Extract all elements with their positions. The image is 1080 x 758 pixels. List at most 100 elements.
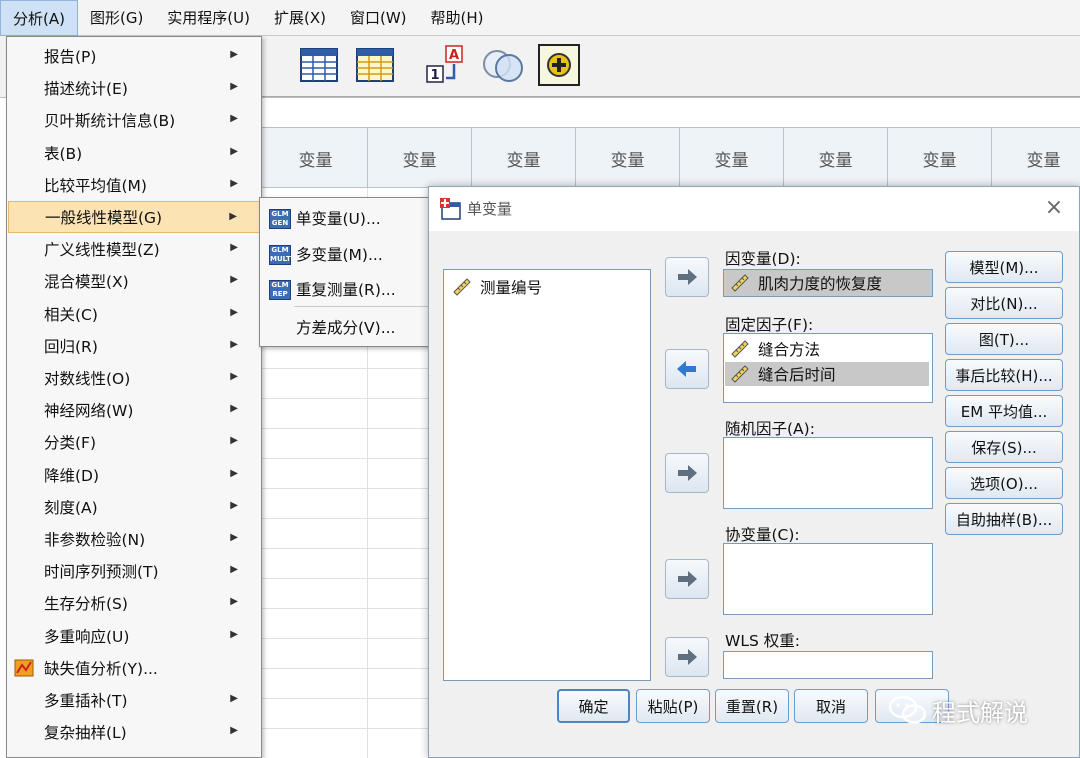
menu-utilities[interactable]: 实用程序(U) xyxy=(155,0,262,36)
add-extension-icon[interactable] xyxy=(538,44,580,86)
move-to-wls-button[interactable] xyxy=(665,637,709,677)
close-icon[interactable]: × xyxy=(1043,197,1065,219)
list-item[interactable]: 测量编号 xyxy=(452,275,542,299)
menu-item[interactable]: 回归(R) ▶ xyxy=(8,330,260,362)
menu-item[interactable]: 对数线性(O) ▶ xyxy=(8,362,260,394)
plots-button[interactable]: 图(T)... xyxy=(945,323,1063,355)
reset-button[interactable]: 重置(R) xyxy=(715,689,789,723)
menu-item[interactable]: 比较平均值(M) ▶ xyxy=(8,169,260,201)
menu-item[interactable]: 非参数检验(N) ▶ xyxy=(8,523,260,555)
menu-item[interactable]: 生存分析(S) ▶ xyxy=(8,587,260,619)
covariate-list[interactable] xyxy=(723,543,933,615)
scale-ruler-icon xyxy=(731,340,749,358)
menu-bar: 分析(A) 图形(G) 实用程序(U) 扩展(X) 窗口(W) 帮助(H) xyxy=(0,0,1080,36)
column-header[interactable]: 变量 xyxy=(784,128,888,188)
split-grid-icon[interactable] xyxy=(354,44,396,86)
menu-item[interactable]: 混合模型(X) ▶ xyxy=(8,265,260,297)
menu-item-label: 时间序列预测(T) xyxy=(44,563,159,582)
submenu-arrow-icon: ▶ xyxy=(230,403,238,415)
em-means-button[interactable]: EM 平均值... xyxy=(945,395,1063,427)
submenu-item-label: 方差成分(V)... xyxy=(296,319,396,337)
move-to-covariate-button[interactable] xyxy=(665,559,709,599)
variable-name: 测量编号 xyxy=(480,279,543,297)
move-to-random-button[interactable] xyxy=(665,453,709,493)
submenu-arrow-icon: ▶ xyxy=(230,628,238,640)
paste-button[interactable]: 粘贴(P) xyxy=(636,689,710,723)
menu-item-label: 神经网络(W) xyxy=(44,402,134,421)
data-grid-icon[interactable] xyxy=(298,44,340,86)
grid-header: 变量 变量 变量 变量 变量 变量 变量 变量 xyxy=(262,128,1080,188)
svg-text:A: A xyxy=(449,48,459,63)
dialog-title-bar[interactable]: 单变量 × xyxy=(429,187,1079,231)
column-header[interactable]: 变量 xyxy=(264,128,368,188)
menu-item[interactable]: 时间序列预测(T) ▶ xyxy=(8,555,260,587)
menu-item-label: 混合模型(X) xyxy=(44,273,129,292)
column-header[interactable]: 变量 xyxy=(576,128,680,188)
menu-item-label: 多重插补(T) xyxy=(44,692,128,710)
cancel-button[interactable]: 取消 xyxy=(794,689,868,723)
dependent-variable[interactable]: 肌肉力度的恢复度 xyxy=(730,271,882,295)
menu-item[interactable]: 分类(F) ▶ xyxy=(8,426,260,458)
menu-item[interactable]: 降维(D) ▶ xyxy=(8,459,260,491)
menu-item[interactable]: 一般线性模型(G) ▶ xyxy=(8,201,260,233)
column-header[interactable]: 变量 xyxy=(992,128,1080,188)
bootstrap-button[interactable]: 自助抽样(B)... xyxy=(945,503,1063,535)
menu-item[interactable]: 神经网络(W) ▶ xyxy=(8,394,260,426)
menu-item-label: 相关(C) xyxy=(44,305,98,324)
menu-extensions[interactable]: 扩展(X) xyxy=(262,0,338,36)
menu-item[interactable]: 描述统计(E) ▶ xyxy=(8,72,260,104)
source-variable-list[interactable]: 测量编号 xyxy=(443,269,651,681)
submenu-item-repeated-measures[interactable]: GLM REP 重复测量(R)... xyxy=(261,272,436,306)
submenu-arrow-icon: ▶ xyxy=(230,435,238,447)
submenu-item-variance-components[interactable]: 方差成分(V)... xyxy=(261,310,436,344)
submenu-arrow-icon: ▶ xyxy=(230,145,238,157)
column-header[interactable]: 变量 xyxy=(680,128,784,188)
value-labels-icon[interactable]: A1 xyxy=(424,44,466,86)
menu-item[interactable]: 复杂抽样(L) ▶ xyxy=(8,716,260,748)
menu-item[interactable]: 表(B) ▶ xyxy=(8,137,260,169)
arrow-right-icon xyxy=(678,571,697,587)
contrasts-button[interactable]: 对比(N)... xyxy=(945,287,1063,319)
submenu-item-label: 多变量(M)... xyxy=(296,246,383,264)
column-header[interactable]: 变量 xyxy=(472,128,576,188)
menu-item[interactable]: 多重插补(T) ▶ xyxy=(8,684,260,716)
model-button[interactable]: 模型(M)... xyxy=(945,251,1063,283)
move-to-fixed-button[interactable] xyxy=(665,349,709,389)
menu-window[interactable]: 窗口(W) xyxy=(338,0,419,36)
arrow-right-icon xyxy=(678,649,697,665)
wls-weight-field[interactable] xyxy=(723,651,933,679)
submenu-item-multivariate[interactable]: GLM MULT 多变量(M)... xyxy=(261,237,436,271)
menu-item[interactable]: 相关(C) ▶ xyxy=(8,298,260,330)
post-hoc-button[interactable]: 事后比较(H)... xyxy=(945,359,1063,391)
submenu-item-univariate[interactable]: GLM GEN 单变量(U)... xyxy=(261,201,436,235)
cell-editor-bar[interactable] xyxy=(262,98,1080,128)
scale-ruler-icon xyxy=(731,274,749,292)
move-to-dependent-button[interactable] xyxy=(665,257,709,297)
random-factor-list[interactable] xyxy=(723,437,933,509)
menu-item[interactable]: 广义线性模型(Z) ▶ xyxy=(8,233,260,265)
list-item[interactable]: 缝合后时间 xyxy=(725,362,929,386)
missing-value-icon xyxy=(14,659,34,677)
fixed-factor-list[interactable]: 缝合方法 缝合后时间 xyxy=(723,333,933,403)
save-button[interactable]: 保存(S)... xyxy=(945,431,1063,463)
list-item[interactable]: 缝合方法 xyxy=(730,337,820,361)
menu-help[interactable]: 帮助(H) xyxy=(419,0,496,36)
menu-item-label: 多重响应(U) xyxy=(44,627,130,646)
dependent-field[interactable]: 肌肉力度的恢复度 xyxy=(723,269,933,297)
ok-button[interactable]: 确定 xyxy=(557,689,630,723)
menu-item[interactable]: 多重响应(U) ▶ xyxy=(8,620,260,652)
menu-analyze[interactable]: 分析(A) xyxy=(0,0,78,36)
menu-item-label: 刻度(A) xyxy=(44,498,98,517)
menu-item[interactable]: 报告(P) ▶ xyxy=(8,40,260,72)
spss-window: 分析(A) 图形(G) 实用程序(U) 扩展(X) 窗口(W) 帮助(H) A1… xyxy=(0,0,1080,758)
menu-graphs[interactable]: 图形(G) xyxy=(78,0,155,36)
menu-item[interactable]: 刻度(A) ▶ xyxy=(8,491,260,523)
toolbar-divider xyxy=(262,96,1080,97)
menu-item[interactable]: 贝叶斯统计信息(B) ▶ xyxy=(8,104,260,136)
menu-item[interactable]: 缺失值分析(Y)... xyxy=(8,652,260,684)
column-header[interactable]: 变量 xyxy=(888,128,992,188)
use-sets-icon[interactable] xyxy=(480,44,523,86)
options-button[interactable]: 选项(O)... xyxy=(945,467,1063,499)
column-header[interactable]: 变量 xyxy=(368,128,472,188)
covariate-label: 协变量(C): xyxy=(725,526,800,544)
